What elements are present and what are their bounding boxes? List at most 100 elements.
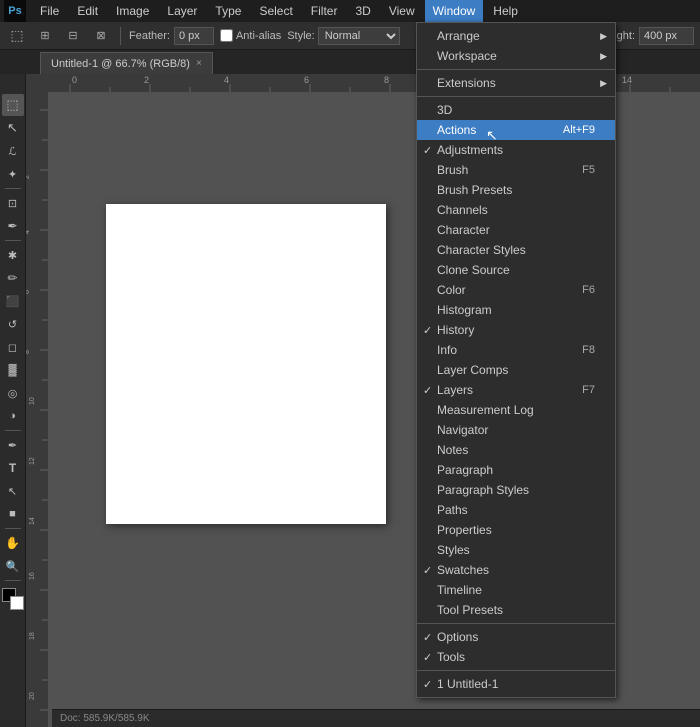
info-shortcut: F8 [562,344,595,356]
menu-info[interactable]: Info F8 [417,340,615,360]
menu-help[interactable]: Help [485,0,526,22]
menu-character[interactable]: Character [417,220,615,240]
magic-wand-button[interactable]: ✦ [2,163,24,185]
menu-type[interactable]: Type [207,0,249,22]
svg-text:8: 8 [26,350,31,354]
path-selection-button[interactable]: ↖ [2,480,24,502]
menu-swatches[interactable]: Swatches [417,560,615,580]
menu-view[interactable]: View [381,0,423,22]
menu-paragraph[interactable]: Paragraph [417,460,615,480]
crop-tool-button[interactable]: ⊡ [2,192,24,214]
menu-actions[interactable]: Actions Alt+F9 [417,120,615,140]
clone-stamp-button[interactable]: ⬛ [2,290,24,312]
svg-text:2: 2 [144,75,149,85]
menu-navigator[interactable]: Navigator [417,420,615,440]
menu-histogram[interactable]: Histogram [417,300,615,320]
history-brush-button[interactable]: ↺ [2,313,24,335]
menu-styles[interactable]: Styles [417,540,615,560]
healing-brush-button[interactable]: ✱ [2,244,24,266]
dodge-button[interactable]: ◑ [2,405,24,427]
menu-arrange[interactable]: Arrange [417,26,615,46]
notes-label: Notes [437,443,468,457]
layers-label: Layers [437,383,473,397]
menu-measurement-log[interactable]: Measurement Log [417,400,615,420]
hand-tool-button[interactable]: ✋ [2,532,24,554]
zoom-tool-button[interactable]: 🔍 [2,555,24,577]
menu-file[interactable]: File [32,0,67,22]
move-tool-button[interactable]: ↖ [2,117,24,139]
add-selection-icon[interactable]: ⊞ [34,25,56,47]
menu-paragraph-styles[interactable]: Paragraph Styles [417,480,615,500]
history-label: History [437,323,474,337]
menu-3d[interactable]: 3D [347,0,378,22]
menu-history[interactable]: History [417,320,615,340]
blur-button[interactable]: ◎ [2,382,24,404]
menu-clone-source[interactable]: Clone Source [417,260,615,280]
new-selection-icon[interactable]: ⬚ [6,25,28,47]
timeline-label: Timeline [437,583,482,597]
adjustments-label: Adjustments [437,143,503,157]
menu-tools[interactable]: Tools [417,647,615,667]
menu-layer-comps[interactable]: Layer Comps [417,360,615,380]
feather-label: Feather: [129,30,170,42]
window-menu-dropdown[interactable]: Arrange Workspace Extensions 3D Actions … [416,22,616,698]
menu-paths[interactable]: Paths [417,500,615,520]
document-tab[interactable]: Untitled-1 @ 66.7% (RGB/8) × [40,52,213,74]
rectangle-tool-button[interactable]: ■ [2,503,24,525]
style-label: Style: [287,30,315,42]
subtract-selection-icon[interactable]: ⊟ [62,25,84,47]
tab-close-button[interactable]: × [196,58,202,69]
menu-brush-presets[interactable]: Brush Presets [417,180,615,200]
gradient-button[interactable]: ▓ [2,359,24,381]
menu-tool-presets[interactable]: Tool Presets [417,600,615,620]
menu-layers[interactable]: Layers F7 [417,380,615,400]
menu-character-styles[interactable]: Character Styles [417,240,615,260]
menu-select[interactable]: Select [251,0,300,22]
feather-input[interactable] [174,27,214,45]
menu-adjustments[interactable]: Adjustments [417,140,615,160]
menu-notes[interactable]: Notes [417,440,615,460]
menu-bar: Ps File Edit Image Layer Type Select Fil… [0,0,700,22]
svg-text:16: 16 [29,572,36,580]
type-tool-button[interactable]: T [2,457,24,479]
layer-comps-label: Layer Comps [437,363,508,377]
menu-timeline[interactable]: Timeline [417,580,615,600]
eraser-button[interactable]: ◻ [2,336,24,358]
character-label: Character [437,223,490,237]
marquee-tool-button[interactable]: ⬚ [2,94,24,116]
menu-filter[interactable]: Filter [303,0,346,22]
actions-label: Actions [437,123,476,137]
options-label: Options [437,630,478,644]
brush-button[interactable]: ✏ [2,267,24,289]
svg-text:10: 10 [29,397,36,405]
intersect-selection-icon[interactable]: ⊠ [90,25,112,47]
svg-text:0: 0 [26,141,28,146]
menu-image[interactable]: Image [108,0,157,22]
menu-edit[interactable]: Edit [69,0,106,22]
ruler-vertical: 0 2 4 6 8 10 12 14 16 18 20 [26,92,48,727]
menu-layer[interactable]: Layer [159,0,205,22]
3d-label: 3D [437,103,452,117]
menu-workspace[interactable]: Workspace [417,46,615,66]
menu-extensions[interactable]: Extensions [417,73,615,93]
menu-brush[interactable]: Brush F5 [417,160,615,180]
svg-text:14: 14 [622,75,632,85]
dd-sep-3 [417,623,615,624]
style-select[interactable]: Normal Fixed Ratio Fixed Size [318,27,400,45]
menu-window[interactable]: Window [425,0,484,22]
tool-sep-2 [5,240,21,241]
svg-text:18: 18 [29,632,36,640]
menu-channels[interactable]: Channels [417,200,615,220]
menu-color[interactable]: Color F6 [417,280,615,300]
menu-3d[interactable]: 3D [417,100,615,120]
menu-options[interactable]: Options [417,627,615,647]
menu-untitled-1[interactable]: 1 Untitled-1 [417,674,615,694]
background-color[interactable] [10,596,24,610]
extensions-label: Extensions [437,76,496,90]
antialias-checkbox[interactable] [220,29,233,42]
pen-tool-button[interactable]: ✒ [2,434,24,456]
height-input[interactable] [639,27,694,45]
eyedropper-button[interactable]: ✒ [2,215,24,237]
lasso-tool-button[interactable]: ℒ [2,140,24,162]
menu-properties[interactable]: Properties [417,520,615,540]
